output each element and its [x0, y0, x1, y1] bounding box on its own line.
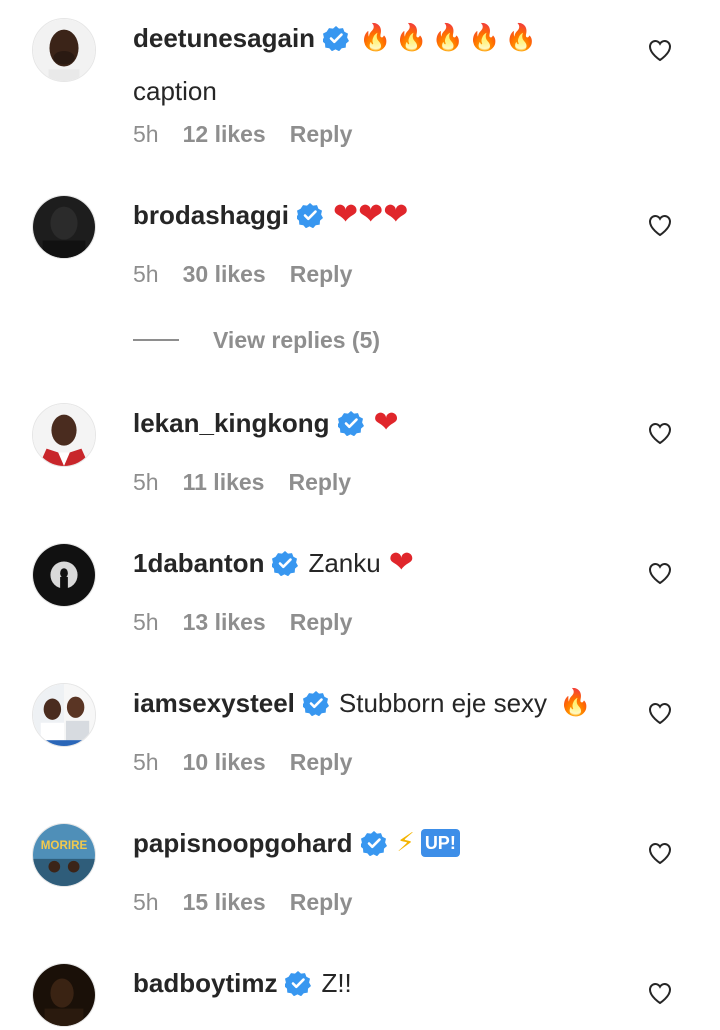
verified-badge-icon [272, 550, 299, 576]
timestamp: 5h [133, 889, 159, 915]
reply-button[interactable]: Reply [288, 469, 351, 496]
heart-emoji: ❤❤❤ [333, 197, 409, 232]
timestamp: 5h [133, 261, 159, 287]
comment-meta: 5h 13 likes Reply [133, 609, 352, 636]
verified-badge-icon [297, 202, 324, 228]
avatar[interactable] [32, 683, 96, 747]
avatar-image [33, 684, 95, 746]
avatar-image [33, 196, 95, 258]
avatar[interactable] [32, 403, 96, 467]
comment-meta: 5h 10 likes Reply [133, 749, 352, 776]
view-replies-button[interactable]: View replies (5) [133, 325, 380, 355]
avatar[interactable] [32, 195, 96, 259]
avatar[interactable] [32, 18, 96, 82]
comment-meta: 5h 11 likes Reply [133, 469, 351, 496]
comment-item: deetunesagain 🔥🔥🔥🔥🔥 caption 5h 12 likes … [0, 18, 720, 147]
comment-header: badboytimz Z!! [133, 966, 352, 1000]
like-heart-icon[interactable] [647, 700, 673, 726]
fire-emoji: 🔥 [559, 688, 596, 718]
verified-badge-icon [302, 690, 329, 716]
comment-item: iamsexysteel Stubborn eje sexy 🔥 5h 10 l… [0, 683, 720, 803]
username[interactable]: brodashaggi [133, 198, 289, 232]
comment-item: MORIRE papisnoopgohard ⚡ UP! 5h 15 likes… [0, 823, 720, 943]
like-heart-icon[interactable] [647, 212, 673, 238]
comment-header: iamsexysteel Stubborn eje sexy 🔥 [133, 686, 595, 720]
comment-meta: 5h 30 likes Reply [133, 261, 352, 288]
comment-item: 1dabanton Zanku ❤ 5h 13 likes Reply [0, 543, 720, 663]
username[interactable]: deetunesagain [133, 21, 315, 55]
likes-count[interactable]: 11 likes [183, 469, 265, 496]
comment-text: caption [133, 76, 217, 106]
comment-text: Zanku [308, 548, 381, 578]
likes-count[interactable]: 30 likes [183, 261, 266, 288]
avatar[interactable] [32, 543, 96, 607]
username[interactable]: badboytimz [133, 966, 277, 1000]
comment-text: Stubborn eje sexy [338, 688, 548, 718]
reply-button[interactable]: Reply [290, 749, 353, 776]
timestamp: 5h [133, 609, 159, 635]
avatar-image: MORIRE [33, 824, 95, 886]
avatar-image [33, 404, 95, 466]
likes-count[interactable]: 13 likes [183, 609, 266, 636]
comment-header: lekan_kingkong ❤ [133, 406, 399, 440]
comment-header: brodashaggi ❤❤❤ [133, 198, 408, 232]
avatar-image [33, 964, 95, 1026]
likes-count[interactable]: 15 likes [183, 889, 266, 916]
heart-emoji: ❤ [373, 405, 399, 440]
username[interactable]: papisnoopgohard [133, 826, 353, 860]
comment-header: deetunesagain 🔥🔥🔥🔥🔥 [133, 21, 541, 55]
avatar[interactable] [32, 963, 96, 1027]
username[interactable]: iamsexysteel [133, 686, 295, 720]
like-heart-icon[interactable] [647, 980, 673, 1006]
like-heart-icon[interactable] [647, 560, 673, 586]
avatar[interactable]: MORIRE [32, 823, 96, 887]
reply-button[interactable]: Reply [290, 121, 353, 148]
timestamp: 5h [133, 469, 159, 495]
reply-button[interactable]: Reply [290, 609, 353, 636]
comment-text: Z!! [321, 968, 352, 998]
comment-item: badboytimz Z!! [0, 963, 720, 1030]
verified-badge-icon [285, 970, 312, 996]
lightning-emoji: ⚡ [396, 828, 415, 858]
reply-button[interactable]: Reply [290, 261, 353, 288]
like-heart-icon[interactable] [647, 420, 673, 446]
up-badge-emoji: UP! [420, 829, 460, 857]
username[interactable]: 1dabanton [133, 546, 264, 580]
likes-count[interactable]: 10 likes [183, 749, 266, 776]
avatar-label: MORIRE [41, 839, 88, 852]
verified-badge-icon [360, 830, 387, 856]
username[interactable]: lekan_kingkong [133, 406, 330, 440]
verified-badge-icon [323, 25, 350, 51]
comment-item: brodashaggi ❤❤❤ 5h 30 likes Reply [0, 195, 720, 315]
timestamp: 5h [133, 121, 159, 147]
like-heart-icon[interactable] [647, 840, 673, 866]
comment-meta: 5h 12 likes Reply [133, 121, 352, 148]
comment-header: 1dabanton Zanku ❤ [133, 546, 414, 580]
comment-item: lekan_kingkong ❤ 5h 11 likes Reply [0, 403, 720, 523]
like-heart-icon[interactable] [647, 37, 673, 63]
timestamp: 5h [133, 749, 159, 775]
view-replies-label[interactable]: View replies (5) [213, 327, 380, 354]
verified-badge-icon [337, 410, 364, 436]
avatar-image [33, 544, 95, 606]
view-replies-divider [133, 339, 179, 341]
comment-header: papisnoopgohard ⚡ UP! [133, 826, 460, 860]
fire-emoji: 🔥🔥🔥🔥🔥 [359, 23, 541, 53]
comment-meta: 5h 15 likes Reply [133, 889, 352, 916]
likes-count[interactable]: 12 likes [183, 121, 266, 148]
heart-emoji: ❤ [388, 545, 414, 580]
avatar-image [33, 19, 95, 81]
reply-button[interactable]: Reply [290, 889, 353, 916]
